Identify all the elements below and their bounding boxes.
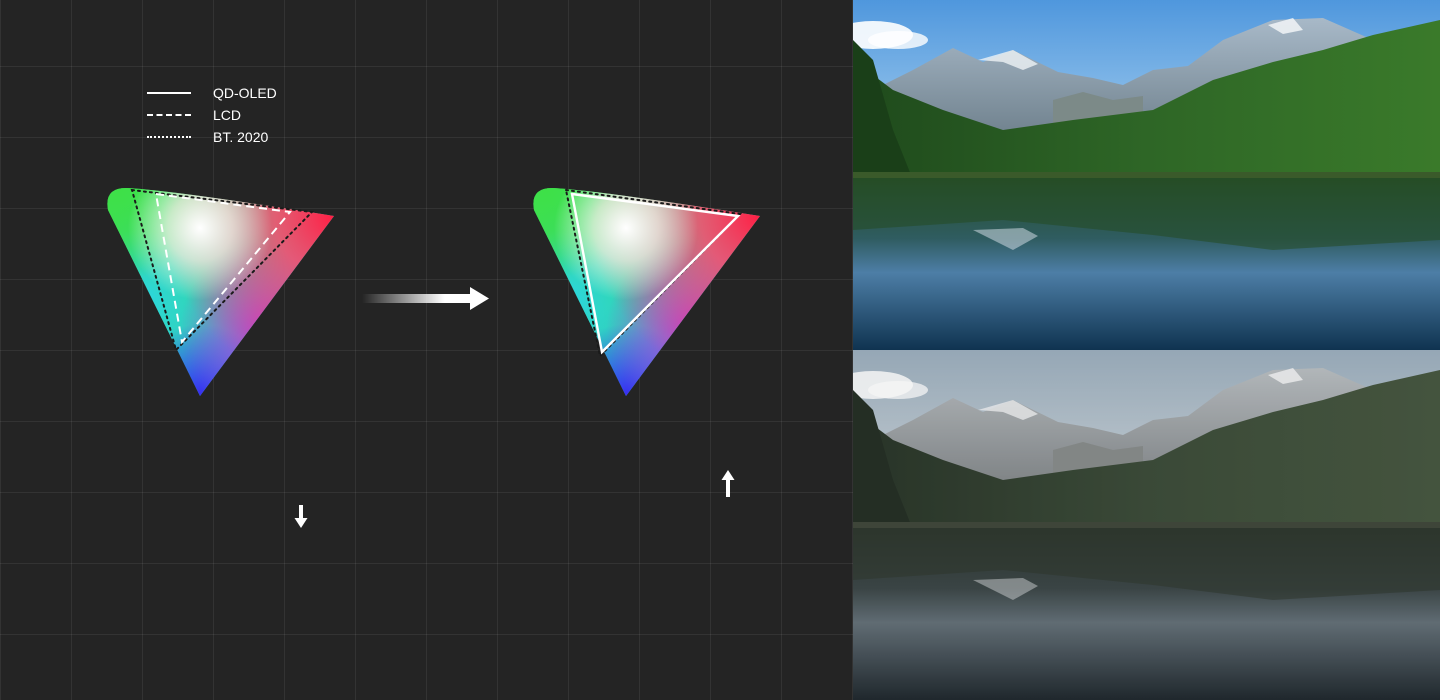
color-gamut-panel: QD-OLED LCD BT. 2020	[0, 0, 853, 700]
lcd-color-gamut-diagram	[107, 188, 335, 396]
arrow-right-icon	[362, 287, 489, 310]
legend-label: LCD	[213, 107, 242, 123]
solid-line-swatch	[147, 92, 191, 94]
dotted-line-swatch	[147, 136, 191, 138]
landscape-photo-muted	[853, 350, 1440, 700]
landscape-photo-vivid	[853, 0, 1440, 350]
legend-label: BT. 2020	[213, 129, 269, 145]
arrow-down-icon	[294, 505, 308, 528]
arrow-up-icon	[721, 470, 735, 497]
legend-label: QD-OLED	[213, 85, 277, 101]
qd-oled-color-gamut-diagram	[533, 188, 761, 396]
dashed-line-swatch	[147, 114, 191, 116]
